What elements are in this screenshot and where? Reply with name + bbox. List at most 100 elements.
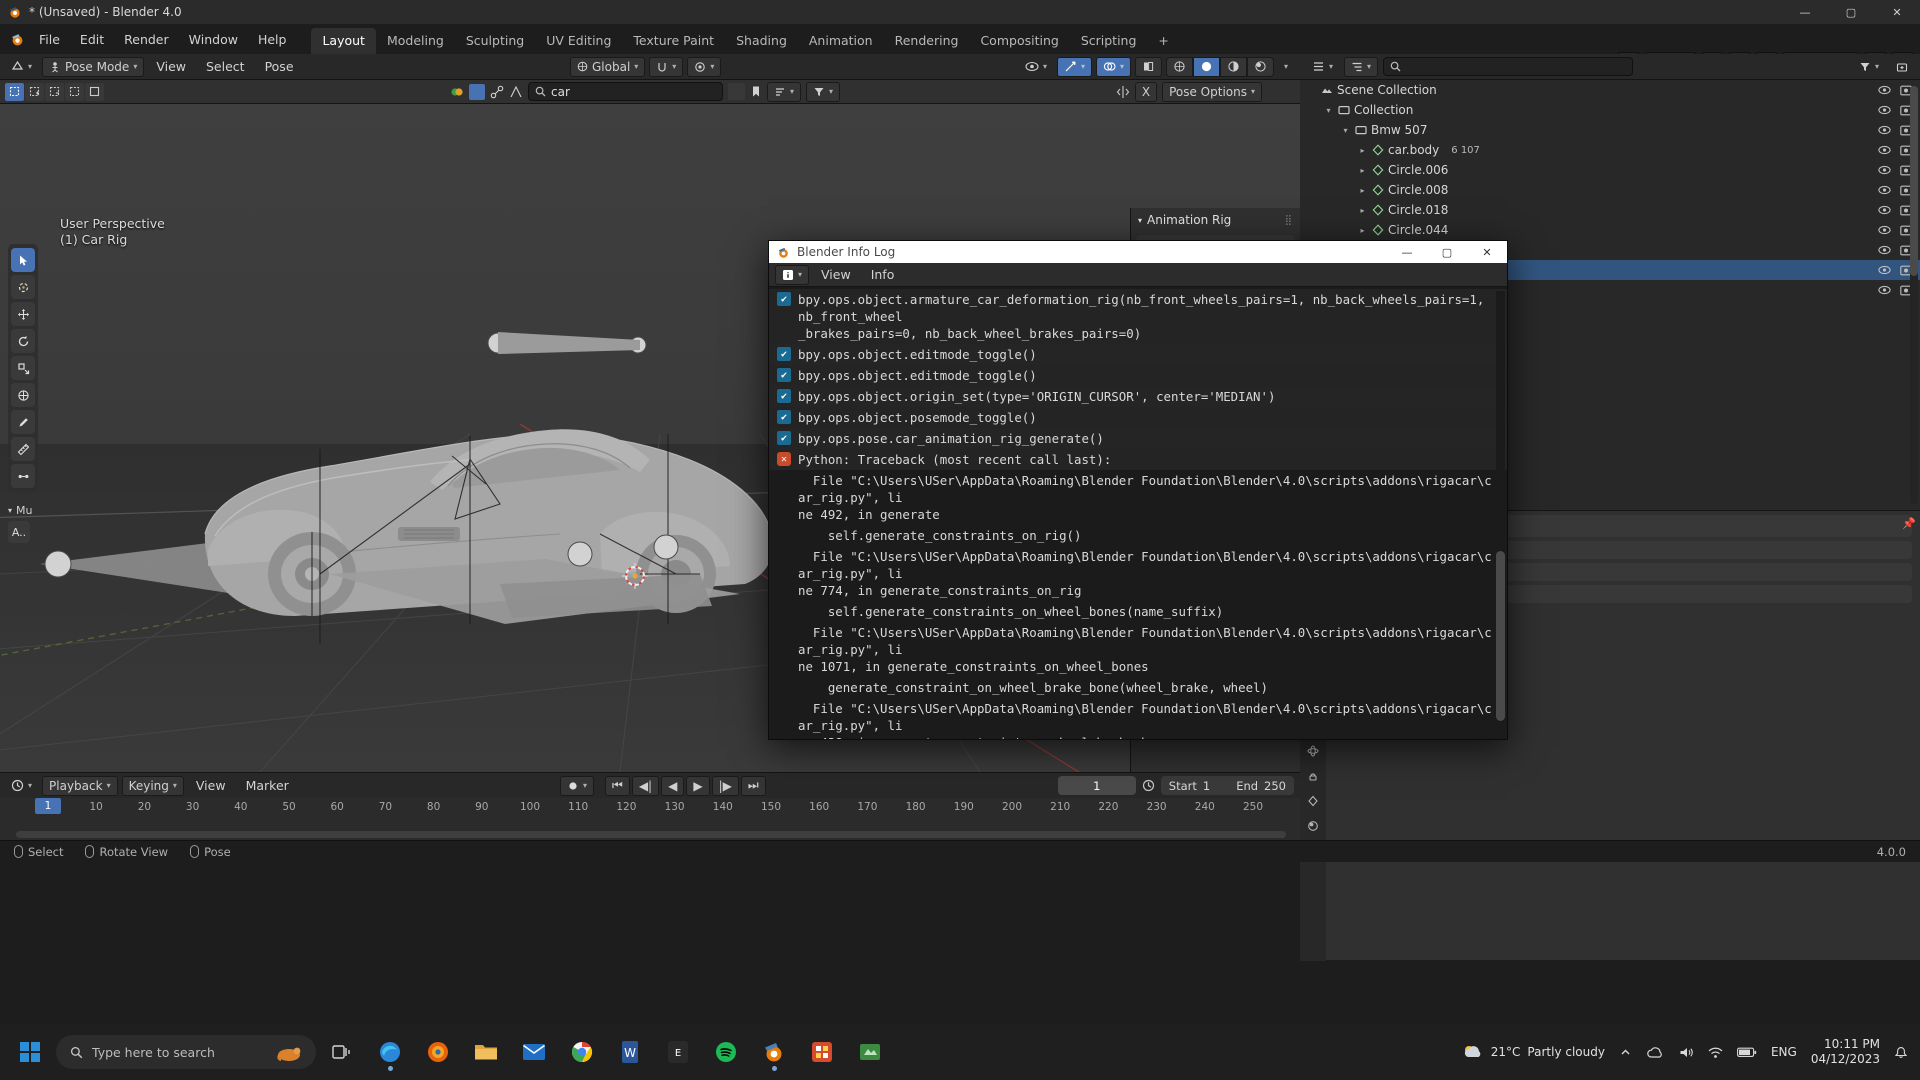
outliner-display-mode-icon[interactable]: ▾: [1344, 56, 1379, 77]
outliner-row[interactable]: ▸ Circle.018: [1300, 200, 1920, 220]
info-log-close-button[interactable]: ✕: [1467, 241, 1507, 263]
current-frame-field[interactable]: 1: [1057, 776, 1136, 795]
menu-help[interactable]: Help: [249, 29, 296, 50]
snap-toggle-icon[interactable]: ▾: [649, 56, 684, 77]
outliner-hide-eye-icon[interactable]: [1878, 85, 1891, 96]
pose-options-button[interactable]: Pose Options ▾: [1162, 81, 1262, 102]
shading-material-icon[interactable]: [1219, 56, 1247, 77]
ptab-constraints-icon[interactable]: [1304, 767, 1322, 785]
tab-uv-editing[interactable]: UV Editing: [535, 28, 622, 54]
outliner-expand-triangle-icon[interactable]: ▸: [1357, 226, 1368, 235]
tool-measure-icon[interactable]: [11, 437, 35, 461]
window-maximize-button[interactable]: ▢: [1828, 0, 1874, 24]
log-entry-checkbox[interactable]: ✔: [777, 347, 791, 361]
menu-render[interactable]: Render: [115, 29, 178, 50]
tool-transform-icon[interactable]: [11, 383, 35, 407]
window-close-button[interactable]: ✕: [1874, 0, 1920, 24]
info-log-entry[interactable]: ✔ bpy.ops.pose.car_animation_rig_generate…: [769, 428, 1507, 449]
outliner-hide-eye-icon[interactable]: [1878, 265, 1891, 276]
filter-toggle-icon[interactable]: [728, 83, 745, 100]
info-log-entry[interactable]: ✔ bpy.ops.object.origin_set(type='ORIGIN_…: [769, 386, 1507, 407]
outliner-search-box[interactable]: [1383, 57, 1634, 76]
tray-expand-icon[interactable]: [1619, 1046, 1632, 1059]
bookmark-icon[interactable]: [750, 85, 762, 98]
tab-sculpting[interactable]: Sculpting: [455, 28, 535, 54]
tool-scale-icon[interactable]: [11, 356, 35, 380]
timeline-scrollbar[interactable]: [16, 831, 1286, 838]
end-frame-value[interactable]: 250: [1264, 779, 1286, 793]
shading-wireframe-icon[interactable]: [1165, 56, 1193, 77]
timeline-menu-playback[interactable]: Playback ▾: [42, 775, 118, 796]
menu-edit[interactable]: Edit: [71, 29, 113, 50]
outliner-expand-triangle-icon[interactable]: ▸: [1357, 166, 1368, 175]
info-log-entry[interactable]: ✔ bpy.ops.object.armature_car_deformation…: [769, 289, 1507, 344]
info-log-entry[interactable]: ✕ Python: Traceback (most recent call las…: [769, 449, 1507, 470]
outliner-filter-icon[interactable]: ▾: [1853, 57, 1885, 77]
outliner-hide-eye-icon[interactable]: [1878, 225, 1891, 236]
blender-app-menu-icon[interactable]: [6, 28, 28, 50]
editor-type-icon[interactable]: ▾: [5, 57, 38, 77]
outliner-row-toggles[interactable]: [1878, 285, 1912, 296]
viewport-menu-view[interactable]: View: [148, 57, 194, 76]
log-entry-checkbox[interactable]: ✔: [777, 368, 791, 382]
menu-window[interactable]: Window: [180, 29, 247, 50]
shading-solid-icon[interactable]: [1192, 56, 1220, 77]
tool-move-icon[interactable]: [11, 302, 35, 326]
taskbar-firefox-icon[interactable]: [416, 1030, 460, 1074]
info-log-entry[interactable]: File "C:\Users\USer\AppData\Roaming\Blen…: [769, 698, 1507, 739]
info-log-body[interactable]: ✔ bpy.ops.object.armature_car_deformation…: [769, 287, 1507, 739]
info-log-entry[interactable]: File "C:\Users\USer\AppData\Roaming\Blen…: [769, 546, 1507, 601]
taskbar-epic-games-icon[interactable]: E: [656, 1030, 700, 1074]
start-frame-value[interactable]: 1: [1203, 779, 1210, 793]
info-log-menu-view[interactable]: View: [813, 265, 859, 284]
start-button-icon[interactable]: [8, 1030, 52, 1074]
tab-scripting[interactable]: Scripting: [1070, 28, 1148, 54]
outliner-row-toggles[interactable]: [1878, 165, 1912, 176]
info-log-entry[interactable]: File "C:\Users\USer\AppData\Roaming\Blen…: [769, 470, 1507, 525]
menu-file[interactable]: File: [30, 29, 69, 50]
taskbar-app-icon-1[interactable]: [800, 1030, 844, 1074]
window-minimize-button[interactable]: —: [1782, 0, 1828, 24]
filter-funnel-icon[interactable]: ▾: [806, 81, 841, 102]
log-entry-checkbox[interactable]: ✔: [777, 431, 791, 445]
outliner-editor-type-icon[interactable]: ▾: [1306, 57, 1339, 77]
outliner-expand-triangle-icon[interactable]: ▸: [1357, 146, 1368, 155]
taskbar-mail-icon[interactable]: [512, 1030, 556, 1074]
timeline-menu-view[interactable]: View: [188, 776, 234, 795]
taskbar-blender-icon[interactable]: [752, 1030, 796, 1074]
select-extend-icon[interactable]: [25, 82, 44, 101]
tab-add-workspace[interactable]: +: [1147, 28, 1179, 54]
outliner-row-toggles[interactable]: [1878, 245, 1912, 256]
ptab-material-icon[interactable]: [1304, 817, 1322, 835]
info-log-maximize-button[interactable]: ▢: [1427, 241, 1467, 263]
x-axis-mirror-button[interactable]: X: [1134, 81, 1158, 102]
info-log-entry[interactable]: ✔ bpy.ops.object.editmode_toggle(): [769, 365, 1507, 386]
overlays-toggle-icon[interactable]: ▾: [1095, 56, 1131, 77]
outliner-row-toggles[interactable]: [1878, 105, 1912, 116]
outliner-row-toggles[interactable]: [1878, 85, 1912, 96]
outliner-hide-eye-icon[interactable]: [1878, 105, 1891, 116]
tray-volume-icon[interactable]: [1679, 1046, 1694, 1059]
timeline-ruler[interactable]: 1102030405060708090100110120130140150160…: [0, 798, 1300, 818]
properties-pin-icon[interactable]: 📌: [1902, 517, 1916, 530]
outliner-hide-eye-icon[interactable]: [1878, 245, 1891, 256]
tool-annotate-icon[interactable]: [11, 410, 35, 434]
taskbar-weather[interactable]: 21°C Partly cloudy: [1462, 1043, 1605, 1061]
tray-language-indicator[interactable]: ENG: [1771, 1045, 1797, 1059]
timeline-body[interactable]: 1102030405060708090100110120130140150160…: [0, 798, 1300, 840]
tray-onedrive-icon[interactable]: [1646, 1046, 1665, 1059]
outliner-row-toggles[interactable]: [1878, 185, 1912, 196]
outliner-expand-triangle-icon[interactable]: ▸: [1357, 206, 1368, 215]
proportional-edit-icon[interactable]: ▾: [687, 56, 722, 77]
tool-cursor-icon[interactable]: [11, 275, 35, 299]
log-entry-checkbox[interactable]: ✔: [777, 410, 791, 424]
info-log-minimize-button[interactable]: —: [1387, 241, 1427, 263]
outliner-row[interactable]: ▸ car.body 6 107: [1300, 140, 1920, 160]
transform-orientation-selector[interactable]: Global ▾: [570, 56, 646, 77]
taskbar-edge-icon[interactable]: [368, 1030, 412, 1074]
info-log-titlebar[interactable]: Blender Info Log — ▢ ✕: [769, 241, 1507, 263]
info-log-menu-info[interactable]: Info: [863, 265, 903, 284]
proportional-falloff-icon[interactable]: [469, 83, 485, 100]
tab-animation[interactable]: Animation: [798, 28, 884, 54]
outliner-row-toggles[interactable]: [1878, 225, 1912, 236]
